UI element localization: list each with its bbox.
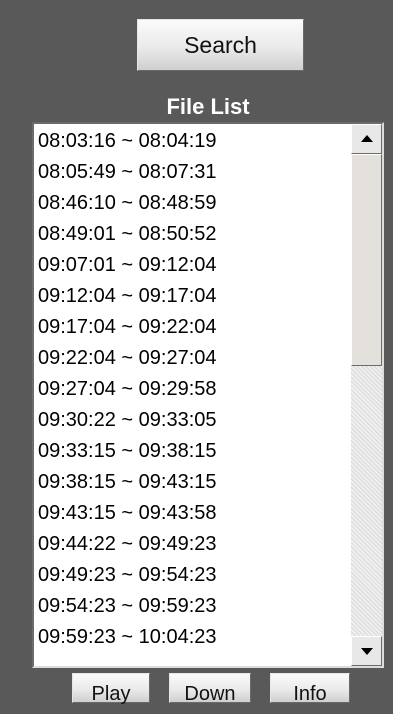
list-item[interactable]: 09:07:01 ~ 09:12:04 (38, 250, 348, 281)
list-item[interactable]: 09:12:04 ~ 09:17:04 (38, 281, 348, 312)
info-button[interactable]: Info (270, 673, 350, 705)
file-list-box[interactable]: 08:03:16 ~ 08:04:19 08:05:49 ~ 08:07:31 … (32, 122, 384, 668)
scrollbar-thumb[interactable] (351, 154, 382, 366)
list-item[interactable]: 09:30:22 ~ 09:33:05 (38, 405, 348, 436)
list-item[interactable]: 09:43:15 ~ 09:43:58 (38, 498, 348, 529)
list-item[interactable]: 09:17:04 ~ 09:22:04 (38, 312, 348, 343)
triangle-down-icon (360, 648, 373, 655)
list-item[interactable]: 08:49:01 ~ 08:50:52 (38, 219, 348, 250)
list-item[interactable]: 09:33:15 ~ 09:38:15 (38, 436, 348, 467)
scroll-down-button[interactable] (351, 636, 382, 666)
download-button[interactable]: Down (169, 673, 251, 705)
triangle-up-icon (360, 135, 373, 142)
list-item[interactable]: 08:46:10 ~ 08:48:59 (38, 188, 348, 219)
play-button[interactable]: Play (72, 673, 150, 705)
list-item[interactable]: 08:03:16 ~ 08:04:19 (38, 126, 348, 157)
list-item[interactable]: 09:27:04 ~ 09:29:58 (38, 374, 348, 405)
list-item[interactable]: 09:54:23 ~ 09:59:23 (38, 591, 348, 622)
list-item[interactable]: 09:49:23 ~ 09:54:23 (38, 560, 348, 591)
search-button[interactable]: Search (137, 19, 304, 71)
list-item[interactable]: 09:44:22 ~ 09:49:23 (38, 529, 348, 560)
list-item[interactable]: 08:05:49 ~ 08:07:31 (38, 157, 348, 188)
list-item[interactable]: 09:38:15 ~ 09:43:15 (38, 467, 348, 498)
file-list-items: 08:03:16 ~ 08:04:19 08:05:49 ~ 08:07:31 … (38, 126, 348, 653)
list-item[interactable]: 09:59:23 ~ 10:04:23 (38, 622, 348, 653)
vertical-scrollbar[interactable] (351, 124, 382, 666)
scroll-up-button[interactable] (351, 124, 382, 154)
list-item[interactable]: 09:22:04 ~ 09:27:04 (38, 343, 348, 374)
file-list-title: File List (166, 94, 250, 119)
